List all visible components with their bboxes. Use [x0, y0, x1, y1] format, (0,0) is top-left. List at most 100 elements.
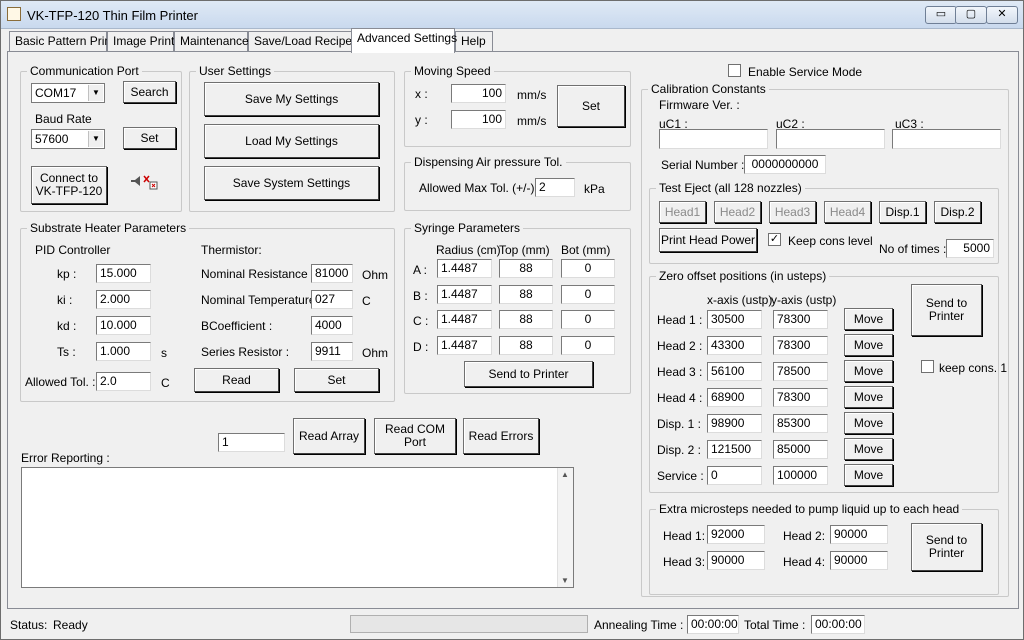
read-com-port-button[interactable]: Read COM Port	[374, 418, 456, 454]
air-tol-input[interactable]: 2	[535, 178, 575, 197]
radius-input-d[interactable]: 1.4487	[437, 336, 492, 355]
tab-maintenance[interactable]: Maintenance	[174, 31, 249, 52]
error-scrollbar[interactable]: ▲ ▼	[557, 468, 573, 587]
zero-y-input[interactable]: 78300	[773, 388, 828, 407]
search-button[interactable]: Search	[123, 81, 176, 103]
tab-image-print[interactable]: Image Print	[107, 31, 174, 52]
radius-input-a[interactable]: 1.4487	[437, 259, 492, 278]
zero-x-input[interactable]: 98900	[707, 414, 762, 433]
heater-read-button[interactable]: Read	[194, 368, 279, 392]
zero-y-input[interactable]: 85000	[773, 440, 828, 459]
series-resistor-input[interactable]: 9911	[311, 342, 353, 361]
group-title: Zero offset positions (in usteps)	[656, 269, 830, 283]
extra-send-button[interactable]: Send to Printer	[911, 523, 982, 571]
move-button[interactable]: Move	[844, 334, 893, 356]
speed-y-input[interactable]: 100	[451, 110, 506, 129]
save-my-settings-button[interactable]: Save My Settings	[204, 82, 379, 116]
series-resistor-label: Series Resistor :	[201, 345, 290, 359]
nominal-temperature-input[interactable]: 027	[311, 290, 353, 309]
top-input-d[interactable]: 88	[499, 336, 553, 355]
eject-head1-button[interactable]: Head1	[659, 201, 706, 223]
tab-help[interactable]: Help	[455, 31, 493, 52]
bcoefficient-input[interactable]: 4000	[311, 316, 353, 335]
move-button[interactable]: Move	[844, 308, 893, 330]
keep-cons-checkbox[interactable]	[921, 360, 934, 373]
bot-input-b[interactable]: 0	[561, 285, 615, 304]
serial-number-input[interactable]: 0000000000	[744, 155, 826, 174]
kd-input[interactable]: 10.000	[96, 316, 151, 335]
tab-basic-pattern-print[interactable]: Basic Pattern Print	[9, 31, 114, 52]
syringe-send-button[interactable]: Send to Printer	[464, 361, 593, 387]
scroll-up-icon[interactable]: ▲	[561, 470, 569, 479]
eject-head3-button[interactable]: Head3	[769, 201, 816, 223]
zero-y-input[interactable]: 100000	[773, 466, 828, 485]
top-input-b[interactable]: 88	[499, 285, 553, 304]
speed-x-input[interactable]: 100	[451, 84, 506, 103]
save-system-settings-button[interactable]: Save System Settings	[204, 166, 379, 200]
nominal-resistance-input[interactable]: 81000	[311, 264, 353, 283]
extra-head3-input[interactable]: 90000	[707, 551, 765, 570]
zero-y-input[interactable]: 78300	[773, 310, 828, 329]
zero-x-input[interactable]: 43300	[707, 336, 762, 355]
eject-disp1-button[interactable]: Disp.1	[879, 201, 926, 223]
radius-input-c[interactable]: 1.4487	[437, 310, 492, 329]
keep-cons-level-checkbox[interactable]: ✓	[768, 233, 781, 246]
eject-head2-button[interactable]: Head2	[714, 201, 761, 223]
group-title: Dispensing Air pressure Tol.	[411, 155, 566, 169]
zero-row-label: Head 4 :	[657, 391, 703, 405]
connect-button[interactable]: Connect to VK-TFP-120	[31, 166, 107, 204]
read-array-button[interactable]: Read Array	[293, 418, 365, 454]
read-errors-button[interactable]: Read Errors	[463, 418, 539, 454]
array-index-input[interactable]: 1	[218, 433, 285, 452]
print-head-power-button[interactable]: Print Head Power	[659, 228, 757, 252]
ki-input[interactable]: 2.000	[96, 290, 151, 309]
baud-set-button[interactable]: Set	[123, 127, 176, 149]
extra-head1-input[interactable]: 92000	[707, 525, 765, 544]
zero-x-input[interactable]: 68900	[707, 388, 762, 407]
minimize-button[interactable]: ▭	[925, 6, 957, 24]
group-title: Moving Speed	[411, 64, 494, 78]
ts-input[interactable]: 1.000	[96, 342, 151, 361]
close-button[interactable]: ✕	[986, 6, 1018, 24]
allowed-tol-input[interactable]: 2.0	[96, 372, 151, 391]
extra-head4-input[interactable]: 90000	[830, 551, 888, 570]
eject-head4-button[interactable]: Head4	[824, 201, 871, 223]
zero-x-input[interactable]: 121500	[707, 440, 762, 459]
group-title: Substrate Heater Parameters	[27, 221, 190, 235]
zero-y-input[interactable]: 78300	[773, 336, 828, 355]
com-port-select[interactable]: COM17 ▼	[31, 83, 105, 103]
status-bar: Status: Ready Annealing Time : 00:00:00 …	[1, 611, 1023, 639]
kp-input[interactable]: 15.000	[96, 264, 151, 283]
bot-input-c[interactable]: 0	[561, 310, 615, 329]
service-mode-checkbox[interactable]	[728, 64, 741, 77]
zero-x-input[interactable]: 30500	[707, 310, 762, 329]
top-input-a[interactable]: 88	[499, 259, 553, 278]
maximize-button[interactable]: ▢	[955, 6, 987, 24]
bot-input-d[interactable]: 0	[561, 336, 615, 355]
tab-advanced-settings[interactable]: Advanced Settings	[351, 28, 457, 53]
eject-disp2-button[interactable]: Disp.2	[934, 201, 981, 223]
zero-send-button[interactable]: Send to Printer	[911, 284, 982, 336]
move-button[interactable]: Move	[844, 386, 893, 408]
zero-x-input[interactable]: 56100	[707, 362, 762, 381]
disconnected-icon	[129, 173, 159, 191]
zero-y-input[interactable]: 78500	[773, 362, 828, 381]
heater-set-button[interactable]: Set	[294, 368, 379, 392]
zero-x-input[interactable]: 0	[707, 466, 762, 485]
load-my-settings-button[interactable]: Load My Settings	[204, 124, 379, 158]
zero-y-input[interactable]: 85300	[773, 414, 828, 433]
tab-save-load-recipe[interactable]: Save/Load Recipe	[248, 31, 352, 52]
scroll-down-icon[interactable]: ▼	[561, 576, 569, 585]
move-button[interactable]: Move	[844, 412, 893, 434]
move-button[interactable]: Move	[844, 360, 893, 382]
error-reporting-textarea[interactable]: ▲ ▼	[21, 467, 574, 588]
bot-input-a[interactable]: 0	[561, 259, 615, 278]
baud-rate-select[interactable]: 57600 ▼	[31, 129, 105, 149]
top-input-c[interactable]: 88	[499, 310, 553, 329]
radius-input-b[interactable]: 1.4487	[437, 285, 492, 304]
no-of-times-input[interactable]: 5000	[946, 239, 994, 258]
move-button[interactable]: Move	[844, 464, 893, 486]
move-button[interactable]: Move	[844, 438, 893, 460]
speed-set-button[interactable]: Set	[557, 85, 625, 127]
extra-head2-input[interactable]: 90000	[830, 525, 888, 544]
